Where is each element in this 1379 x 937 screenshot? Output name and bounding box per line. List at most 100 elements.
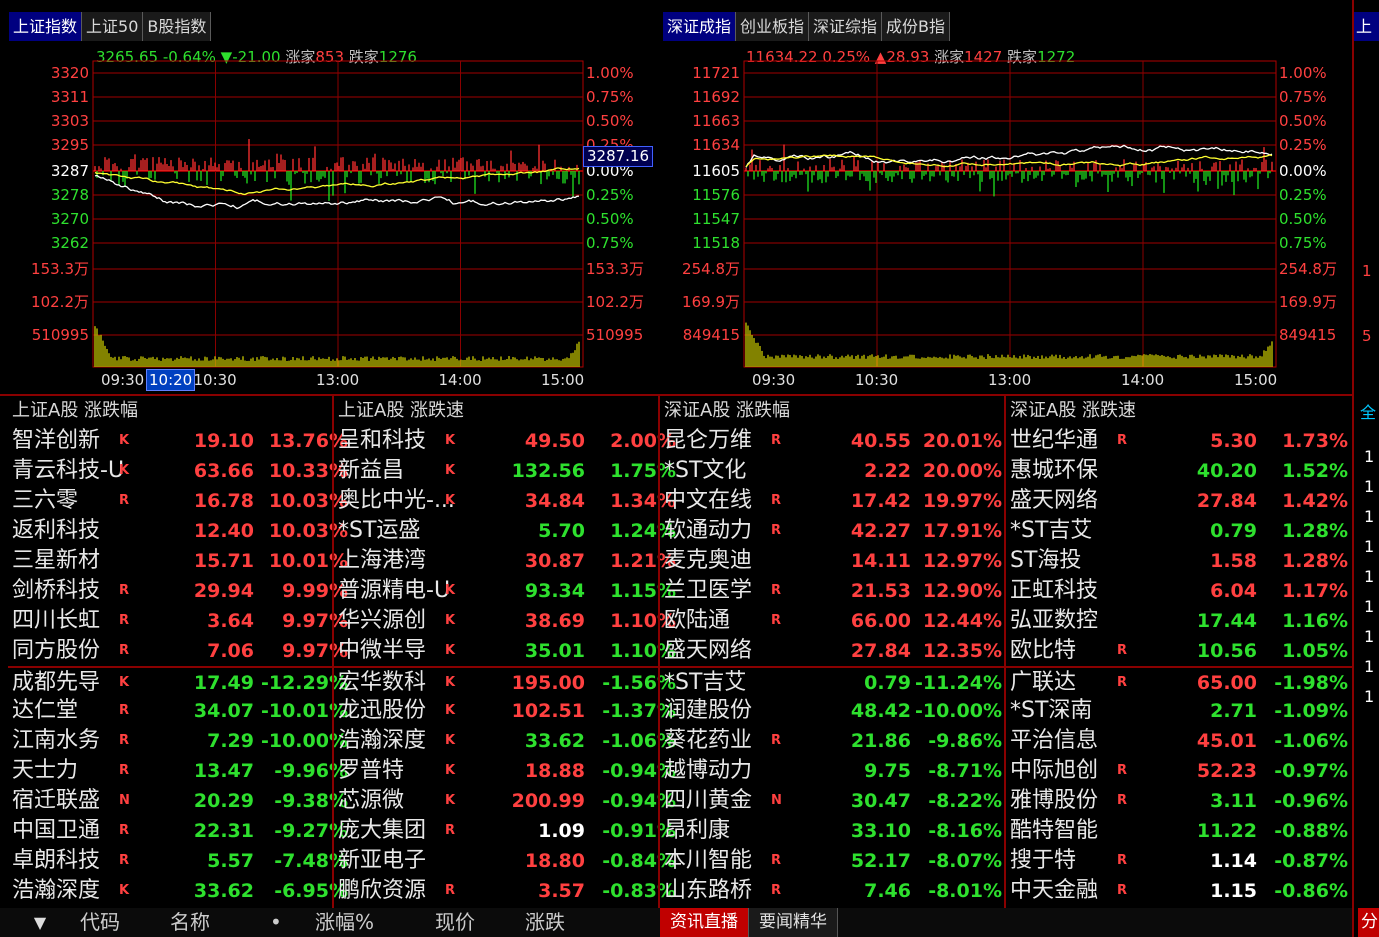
list-item[interactable]: 本川智能 R 52.17 -8.07% — [660, 846, 1006, 876]
list-item[interactable]: 世纪华通 R 5.30 1.73% — [1006, 426, 1352, 456]
list-item[interactable]: 盛天网络 27.84 12.35% — [660, 636, 1006, 666]
col-change-header[interactable]: 涨跌 — [525, 908, 660, 937]
list-item[interactable]: 中际旭创 R 52.23 -0.97% — [1006, 756, 1352, 786]
list-item[interactable]: 润建股份 48.42 -10.00% — [660, 696, 1006, 726]
section-title[interactable]: 深证A股 涨跌幅 — [660, 396, 1006, 426]
list-item[interactable]: 鹏欣资源 R 3.57 -0.83% — [334, 876, 680, 906]
right-intraday-chart[interactable] — [660, 0, 1352, 396]
stock-name: 润建股份 — [664, 698, 753, 723]
list-item[interactable]: 平治信息 45.01 -1.06% — [1006, 726, 1352, 756]
col-price-header[interactable]: 现价 — [435, 908, 525, 937]
stock-name: 弘亚数控 — [1010, 608, 1099, 633]
section-title[interactable]: 上证A股 涨跌幅 — [8, 396, 354, 426]
list-item[interactable]: 呈和科技 K 49.50 2.00% — [334, 426, 680, 456]
list-item[interactable]: 天士力 R 13.47 -9.96% — [8, 756, 354, 786]
list-item[interactable]: 越博动力 9.75 -8.71% — [660, 756, 1006, 786]
list-item[interactable]: 雅博股份 R 3.11 -0.96% — [1006, 786, 1352, 816]
list-item[interactable]: 返利科技 12.40 10.03% — [8, 516, 354, 546]
list-item[interactable]: 宿迁联盛 N 20.29 -9.38% — [8, 786, 354, 816]
list-item[interactable]: 广联达 R 65.00 -1.98% — [1006, 666, 1352, 696]
list-item[interactable]: 兰卫医学 R 21.53 12.90% — [660, 576, 1006, 606]
list-item[interactable]: 普源精电-U K 93.34 1.15% — [334, 576, 680, 606]
list-item[interactable]: 卓朗科技 R 5.57 -7.48% — [8, 846, 354, 876]
stock-name: 中际旭创 — [1010, 758, 1099, 783]
list-item[interactable]: 新益昌 K 132.56 1.75% — [334, 456, 680, 486]
list-item[interactable]: 中文在线 R 17.42 19.97% — [660, 486, 1006, 516]
list-item[interactable]: 欧比特 R 10.56 1.05% — [1006, 636, 1352, 666]
list-item[interactable]: 欧陆通 R 66.00 12.44% — [660, 606, 1006, 636]
list-item[interactable]: 三星新材 15.71 10.01% — [8, 546, 354, 576]
list-item[interactable]: 盛天网络 27.84 1.42% — [1006, 486, 1352, 516]
list-item[interactable]: 奥比中光-... K 34.84 1.34% — [334, 486, 680, 516]
tab-news-highlights[interactable]: 要闻精华 — [749, 908, 838, 937]
list-item[interactable]: *ST运盛 5.70 1.24% — [334, 516, 680, 546]
list-item[interactable]: 搜于特 R 1.14 -0.87% — [1006, 846, 1352, 876]
stock-name: 罗普特 — [338, 758, 405, 783]
dropdown-arrow-icon[interactable]: ▼ — [0, 908, 80, 937]
list-item[interactable]: 芯源微 K 200.99 -0.94% — [334, 786, 680, 816]
list-item[interactable]: 弘亚数控 17.44 1.16% — [1006, 606, 1352, 636]
list-item[interactable]: 四川长虹 R 3.64 9.97% — [8, 606, 354, 636]
clipped-list-head[interactable]: 全 — [1356, 398, 1379, 427]
list-item[interactable]: *ST吉艾 0.79 1.28% — [1006, 516, 1352, 546]
list-item[interactable]: 葵花药业 R 21.86 -9.86% — [660, 726, 1006, 756]
list-item[interactable]: 麦克奥迪 14.11 12.97% — [660, 546, 1006, 576]
list-item[interactable]: 智洋创新 K 19.10 13.76% — [8, 426, 354, 456]
volume-axis-label-right: 102.2万 — [586, 293, 644, 311]
tab-news-live[interactable]: 资讯直播 — [660, 908, 749, 937]
stock-flag: R — [771, 583, 782, 598]
stock-change-pct: -0.96% — [1274, 790, 1348, 812]
list-item[interactable]: 昂利康 33.10 -8.16% — [660, 816, 1006, 846]
pct-axis-label: 0.25% — [1279, 186, 1327, 204]
list-item[interactable]: 青云科技-U K 63.66 10.33% — [8, 456, 354, 486]
list-item[interactable]: 剑桥科技 R 29.94 9.99% — [8, 576, 354, 606]
list-item[interactable]: 成都先导 K 17.49 -12.29% — [8, 666, 354, 696]
clipped-bottom-tab[interactable]: 分 — [1358, 908, 1379, 937]
stock-price: 34.07 — [193, 700, 254, 722]
list-item[interactable]: 同方股份 R 7.06 9.97% — [8, 636, 354, 666]
col-change-pct-header[interactable]: 涨幅% — [315, 908, 435, 937]
list-item[interactable]: 软通动力 R 42.27 17.91% — [660, 516, 1006, 546]
list-item[interactable]: *ST深南 2.71 -1.09% — [1006, 696, 1352, 726]
stock-change-pct: 1.42% — [1282, 490, 1348, 512]
list-item[interactable]: *ST吉艾 0.79 -11.24% — [660, 666, 1006, 696]
col-code-header[interactable]: 代码 — [80, 908, 170, 937]
section-title[interactable]: 深证A股 涨跌速 — [1006, 396, 1352, 426]
list-item[interactable]: 正虹科技 6.04 1.17% — [1006, 576, 1352, 606]
list-item[interactable]: 中天金融 R 1.15 -0.86% — [1006, 876, 1352, 906]
volume-axis-label-right: 849415 — [1279, 326, 1337, 344]
list-item[interactable]: 新亚电子 18.80 -0.84% — [334, 846, 680, 876]
list-item[interactable]: 江南水务 R 7.29 -10.00% — [8, 726, 354, 756]
list-item[interactable]: 浩瀚深度 K 33.62 -6.95% — [8, 876, 354, 906]
stock-price: 2.22 — [864, 460, 911, 482]
stock-name: 奥比中光-... — [338, 488, 455, 513]
tab-clipped[interactable]: 上 — [1354, 12, 1379, 41]
stock-flag: R — [1117, 883, 1128, 898]
list-item[interactable]: 龙迅股份 K 102.51 -1.37% — [334, 696, 680, 726]
list-item[interactable]: 庞大集团 R 1.09 -0.91% — [334, 816, 680, 846]
section-divider — [658, 396, 660, 908]
list-item[interactable]: 四川黄金 N 30.47 -8.22% — [660, 786, 1006, 816]
section-title[interactable]: 上证A股 涨跌速 — [334, 396, 680, 426]
list-item[interactable]: ST海投 1.58 1.28% — [1006, 546, 1352, 576]
list-item[interactable]: 酷特智能 11.22 -0.88% — [1006, 816, 1352, 846]
stock-price: 52.23 — [1196, 760, 1257, 782]
list-item[interactable]: 浩瀚深度 K 33.62 -1.06% — [334, 726, 680, 756]
list-item[interactable]: 中国卫通 R 22.31 -9.27% — [8, 816, 354, 846]
stock-change-pct: -1.06% — [1274, 730, 1348, 752]
list-item[interactable]: *ST文化 2.22 20.00% — [660, 456, 1006, 486]
list-item[interactable]: 昆仑万维 R 40.55 20.01% — [660, 426, 1006, 456]
list-item[interactable]: 罗普特 K 18.88 -0.94% — [334, 756, 680, 786]
left-intraday-chart[interactable] — [0, 0, 660, 396]
list-item[interactable]: 山东路桥 R 7.46 -8.01% — [660, 876, 1006, 906]
stock-price: 17.49 — [193, 672, 254, 694]
list-item[interactable]: 三六零 R 16.78 10.03% — [8, 486, 354, 516]
list-item[interactable]: 达仁堂 R 34.07 -10.01% — [8, 696, 354, 726]
list-item[interactable]: 惠城环保 40.20 1.52% — [1006, 456, 1352, 486]
stock-price: 17.42 — [850, 490, 911, 512]
list-item[interactable]: 华兴源创 K 38.69 1.10% — [334, 606, 680, 636]
list-item[interactable]: 中微半导 K 35.01 1.10% — [334, 636, 680, 666]
list-item[interactable]: 上海港湾 30.87 1.21% — [334, 546, 680, 576]
col-name-header[interactable]: 名称 — [170, 908, 270, 937]
list-item[interactable]: 宏华数科 K 195.00 -1.56% — [334, 666, 680, 696]
